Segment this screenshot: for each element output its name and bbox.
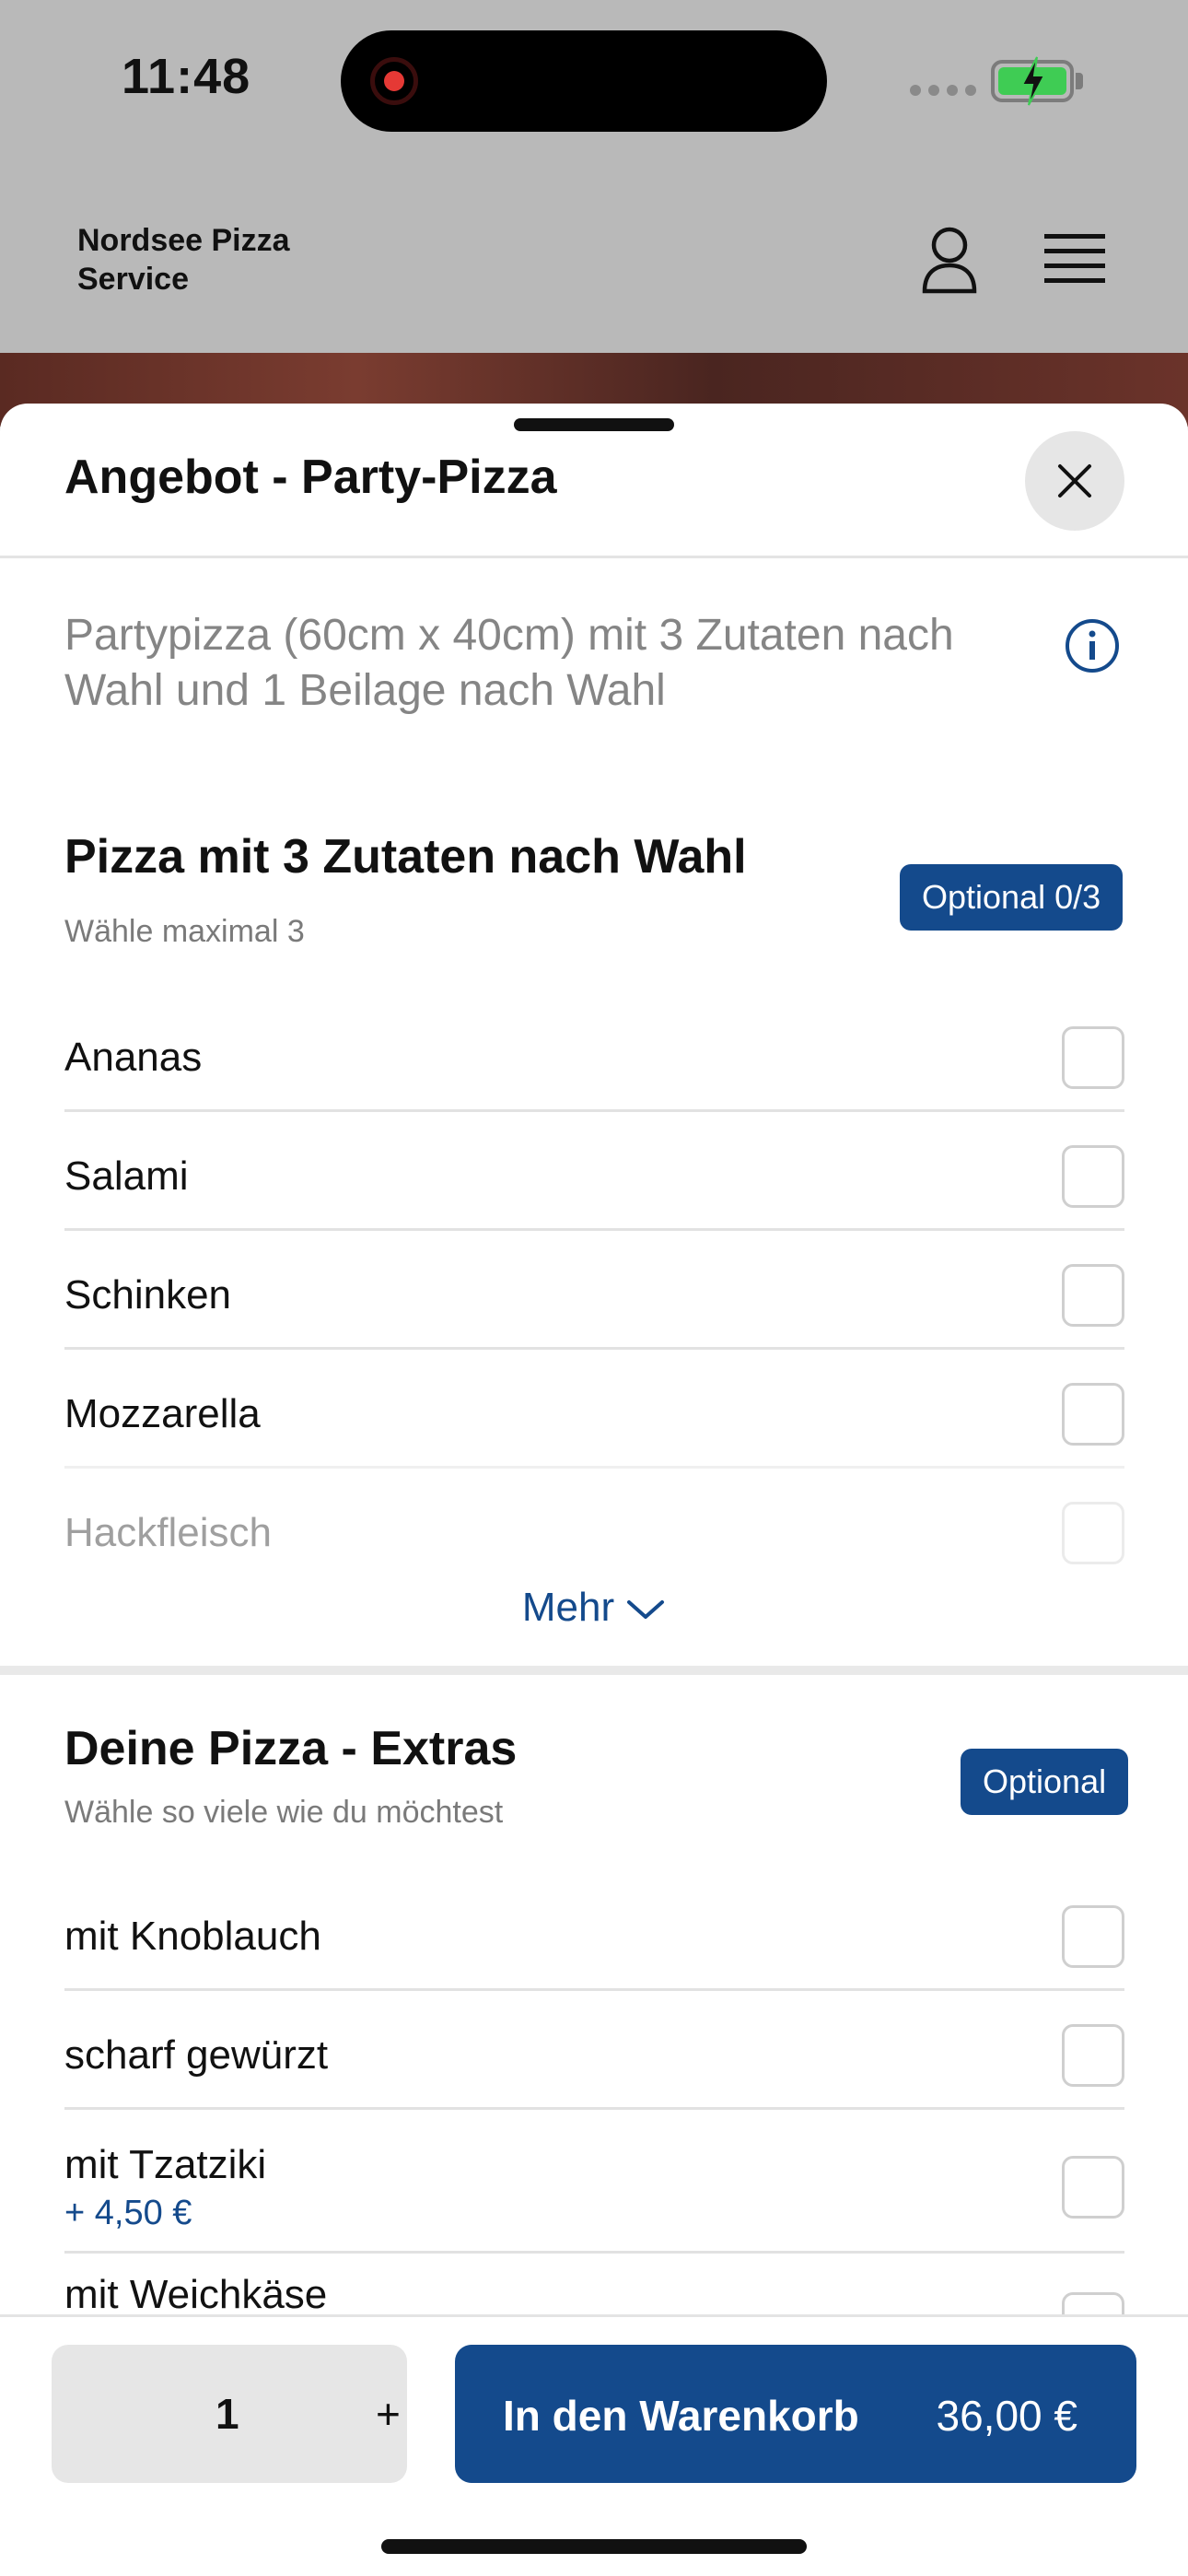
optional-count-badge: Optional 0/3: [900, 864, 1124, 931]
recording-icon: [370, 57, 418, 105]
option-label: Schinken: [64, 1272, 232, 1317]
divider: [64, 2107, 1124, 2110]
info-icon[interactable]: [1064, 617, 1121, 674]
option-checkbox[interactable]: [1062, 1502, 1124, 1564]
option-checkbox[interactable]: [1062, 1026, 1124, 1089]
option-label: Mozzarella: [64, 1391, 261, 1436]
dynamic-island: [341, 30, 827, 132]
group-subtitle-zutaten: Wähle maximal 3: [64, 914, 305, 949]
app-header: Nordsee Pizza Service: [0, 166, 1188, 353]
increment-button[interactable]: +: [376, 2389, 401, 2439]
divider: [0, 556, 1188, 558]
option-hackfleisch[interactable]: Hackfleisch: [64, 1496, 1124, 1570]
status-time: 11:48: [122, 49, 251, 104]
option-text: mit Tzatziki + 4,50 €: [64, 2142, 266, 2233]
product-sheet: Angebot - Party-Pizza Partypizza (60cm x…: [0, 404, 1188, 2576]
user-icon[interactable]: [921, 225, 978, 295]
sheet-title: Angebot - Party-Pizza: [64, 451, 557, 504]
option-checkbox[interactable]: [1062, 1383, 1124, 1446]
divider: [64, 1109, 1124, 1112]
section-separator: [0, 1666, 1188, 1675]
close-button[interactable]: [1025, 431, 1124, 531]
option-checkbox[interactable]: [1062, 1145, 1124, 1208]
status-bar: 11:48: [0, 0, 1188, 166]
option-salami[interactable]: Salami: [64, 1140, 1124, 1213]
more-button[interactable]: Mehr: [0, 1585, 1188, 1631]
signal-icon: [910, 85, 976, 96]
option-label: scharf gewürzt: [64, 2032, 329, 2078]
divider: [64, 1466, 1124, 1469]
option-tzatziki[interactable]: mit Tzatziki + 4,50 €: [64, 2132, 1124, 2242]
home-indicator[interactable]: [381, 2539, 807, 2554]
divider: [64, 1347, 1124, 1350]
close-icon: [1058, 464, 1091, 498]
option-checkbox[interactable]: [1062, 2024, 1124, 2087]
sheet-grabber[interactable]: [514, 418, 674, 431]
option-label: Ananas: [64, 1035, 203, 1080]
divider: [64, 1228, 1124, 1231]
option-ananas[interactable]: Ananas: [64, 1021, 1124, 1095]
option-schinken[interactable]: Schinken: [64, 1259, 1124, 1332]
product-description: Partypizza (60cm x 40cm) mit 3 Zutaten n…: [64, 611, 954, 715]
chevron-down-icon: [627, 1600, 665, 1620]
charging-bolt-icon: [1020, 56, 1046, 106]
option-label: mit Knoblauch: [64, 1914, 321, 1959]
option-price: + 4,50 €: [64, 2193, 192, 2232]
option-mozzarella[interactable]: Mozzarella: [64, 1377, 1124, 1451]
battery-cap: [1076, 73, 1083, 89]
quantity-stepper[interactable]: 1 +: [52, 2345, 407, 2483]
option-scharf[interactable]: scharf gewürzt: [64, 2019, 1124, 2092]
cart-button-label: In den Warenkorb: [503, 2392, 859, 2440]
option-checkbox[interactable]: [1062, 1905, 1124, 1968]
option-label: Salami: [64, 1153, 189, 1199]
brand-name[interactable]: Nordsee Pizza Service: [77, 221, 372, 299]
quantity-value: 1: [215, 2390, 239, 2438]
bottom-action-bar: 1 + In den Warenkorb 36,00 €: [0, 2314, 1188, 2576]
group-subtitle-extras: Wähle so viele wie du möchtest: [64, 1795, 504, 1830]
option-knoblauch[interactable]: mit Knoblauch: [64, 1900, 1124, 1973]
group-title-extras: Deine Pizza - Extras: [64, 1722, 518, 1775]
optional-badge: Optional: [961, 1749, 1129, 1815]
option-label: mit Tzatziki: [64, 2141, 267, 2187]
option-checkbox[interactable]: [1062, 2156, 1124, 2219]
option-checkbox[interactable]: [1062, 1264, 1124, 1327]
option-label: Hackfleisch: [64, 1510, 272, 1555]
add-to-cart-button[interactable]: In den Warenkorb 36,00 €: [455, 2345, 1136, 2483]
group-title-zutaten: Pizza mit 3 Zutaten nach Wahl: [64, 830, 747, 884]
cart-button-price: 36,00 €: [936, 2392, 1077, 2440]
hamburger-menu-icon[interactable]: [1044, 232, 1105, 286]
option-label: mit Weichkäse: [64, 2272, 328, 2317]
divider: [64, 2251, 1124, 2254]
more-label: Mehr: [521, 1585, 615, 1630]
divider: [64, 1988, 1124, 1991]
